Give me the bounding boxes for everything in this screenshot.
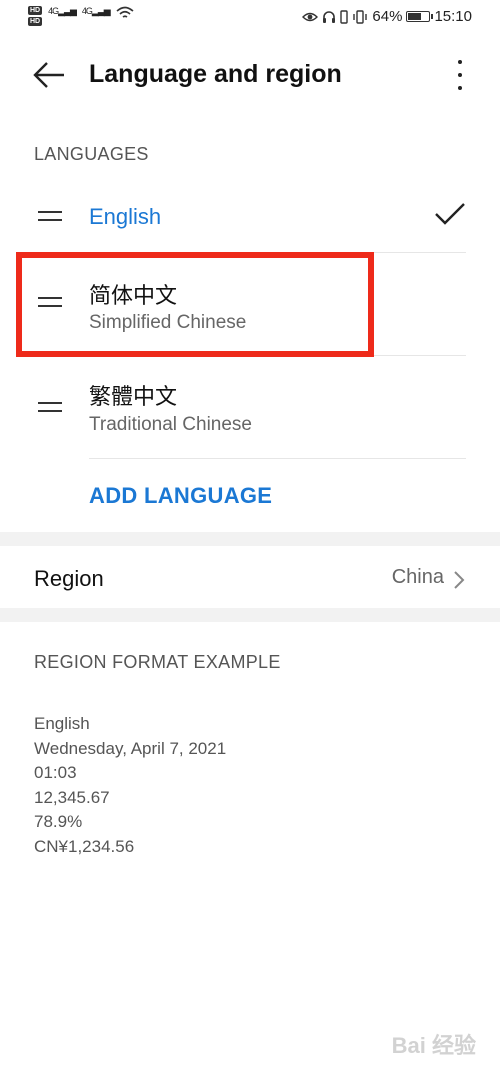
- status-left: HD HD 4G▂▃▅ 4G▂▃▅: [28, 6, 134, 26]
- language-name: English: [89, 204, 162, 229]
- status-right: 64% 15:10: [302, 8, 472, 25]
- wifi-icon: [116, 6, 134, 18]
- phone-icon: [340, 9, 349, 24]
- languages-section-label: LANGUAGES: [34, 144, 149, 164]
- hd-badge: HD: [28, 17, 43, 26]
- region-format-example: English Wednesday, April 7, 2021 01:03 1…: [34, 712, 226, 859]
- region-value: China: [391, 566, 444, 588]
- eye-icon: [302, 12, 319, 21]
- section-separator: [0, 608, 500, 622]
- network-type: 4G: [48, 6, 59, 16]
- status-bar: HD HD 4G▂▃▅ 4G▂▃▅ 64% 15:10: [0, 0, 500, 36]
- example-line: Wednesday, April 7, 2021: [34, 738, 227, 758]
- hd-badge: HD: [28, 6, 43, 15]
- language-item-traditional-chinese[interactable]: 繁體中文 Traditional Chinese: [0, 356, 500, 458]
- example-line: 01:03: [34, 763, 77, 782]
- drag-handle-icon[interactable]: [38, 211, 62, 221]
- example-line: 12,345.67: [34, 787, 110, 807]
- example-line: 78.9%: [34, 812, 83, 831]
- add-language-button[interactable]: ADD LANGUAGE: [89, 483, 272, 509]
- language-name: 繁體中文: [89, 384, 178, 409]
- battery-icon: [406, 11, 434, 22]
- language-subtitle: Traditional Chinese: [89, 414, 252, 435]
- hd-indicators: HD HD: [28, 6, 43, 26]
- highlight-annotation: [16, 252, 374, 357]
- battery-fill: [408, 13, 421, 20]
- checkmark-icon: [435, 203, 465, 225]
- signal-icon: 4G▂▃▅: [48, 6, 77, 16]
- clock: 15:10: [434, 8, 472, 25]
- battery-percent: 64%: [372, 8, 403, 25]
- page-title: Language and region: [89, 60, 342, 88]
- example-line: CN¥1,234.56: [34, 836, 135, 856]
- network-type: 4G: [81, 6, 93, 16]
- vibrate-icon: [353, 9, 368, 24]
- more-options-icon[interactable]: [450, 58, 470, 92]
- section-separator: [0, 532, 500, 546]
- region-format-section-label: REGION FORMAT EXAMPLE: [34, 652, 281, 672]
- headphones-icon: [323, 10, 336, 23]
- language-item-english[interactable]: English: [0, 186, 500, 252]
- drag-handle-icon[interactable]: [38, 402, 62, 412]
- chevron-right-icon: [454, 571, 465, 589]
- signal-icon: 4G▂▃▅: [81, 6, 111, 16]
- app-header: Language and region: [0, 48, 500, 104]
- divider: [89, 458, 466, 459]
- watermark: Bai 经验: [391, 1033, 476, 1058]
- example-line: English: [34, 714, 90, 733]
- back-arrow-icon[interactable]: [32, 60, 66, 90]
- region-label: Region: [34, 566, 104, 591]
- region-row[interactable]: Region China: [0, 546, 500, 608]
